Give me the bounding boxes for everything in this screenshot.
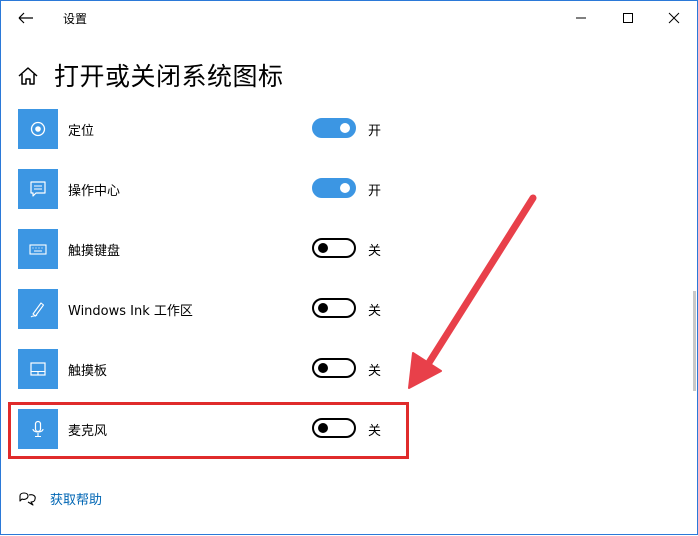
home-icon (18, 67, 38, 85)
list-item: Windows Ink 工作区 关 (18, 289, 398, 329)
back-button[interactable] (9, 5, 43, 31)
home-button[interactable] (16, 64, 40, 88)
keyboard-tile (18, 229, 58, 269)
microphone-icon (32, 420, 44, 438)
touch-keyboard-toggle[interactable] (312, 238, 356, 258)
list-item: 触摸板 关 (18, 349, 398, 389)
close-button[interactable] (651, 1, 697, 35)
pen-icon (30, 302, 45, 318)
title-bar: 设置 (1, 1, 697, 35)
touchpad-icon (30, 362, 46, 376)
windows-ink-tile (18, 289, 58, 329)
touchpad-toggle[interactable] (312, 358, 356, 378)
windows-ink-toggle[interactable] (312, 298, 356, 318)
toggle-state: 关 (368, 364, 382, 379)
keyboard-icon (29, 244, 47, 255)
toggle-knob (340, 123, 350, 133)
location-icon (30, 121, 46, 137)
item-label: 麦克风 (68, 424, 108, 439)
toggle-knob (318, 363, 328, 373)
toggle-state: 关 (368, 244, 382, 259)
minimize-button[interactable] (558, 1, 604, 35)
toggle-knob (318, 243, 328, 253)
action-center-tile (18, 169, 58, 209)
toggle-state: 开 (368, 184, 382, 199)
scrollbar[interactable] (693, 291, 696, 391)
toggle-knob (340, 183, 350, 193)
list-item: 定位 开 (18, 109, 398, 149)
page-title: 打开或关闭系统图标 (54, 62, 284, 91)
maximize-button[interactable] (605, 1, 651, 35)
item-label: 触摸键盘 (68, 244, 121, 259)
item-label: 定位 (68, 124, 95, 139)
toggle-state: 开 (368, 124, 382, 139)
item-label: 操作中心 (68, 184, 121, 199)
settings-window: 设置 打开或关闭系统图标 定位 开 操作中心 开 触摸键盘 关 Windows … (0, 0, 698, 535)
touchpad-tile (18, 349, 58, 389)
action-center-toggle[interactable] (312, 178, 356, 198)
toggle-state: 关 (368, 424, 382, 439)
action-center-icon (30, 181, 46, 197)
location-toggle[interactable] (312, 118, 356, 138)
get-help-label: 获取帮助 (50, 493, 103, 508)
back-arrow-icon (18, 12, 33, 24)
toggle-knob (318, 423, 328, 433)
maximize-icon (623, 13, 633, 23)
window-title: 设置 (63, 12, 88, 26)
location-tile (18, 109, 58, 149)
microphone-toggle[interactable] (312, 418, 356, 438)
minimize-icon (576, 17, 586, 19)
chat-help-icon (19, 492, 36, 506)
item-label: 触摸板 (68, 364, 108, 379)
toggle-state: 关 (368, 304, 382, 319)
microphone-tile (18, 409, 58, 449)
list-item: 触摸键盘 关 (18, 229, 398, 269)
toggle-knob (318, 303, 328, 313)
list-item: 操作中心 开 (18, 169, 398, 209)
list-item: 麦克风 关 (18, 409, 398, 449)
close-icon (668, 12, 680, 24)
item-label: Windows Ink 工作区 (68, 304, 193, 319)
